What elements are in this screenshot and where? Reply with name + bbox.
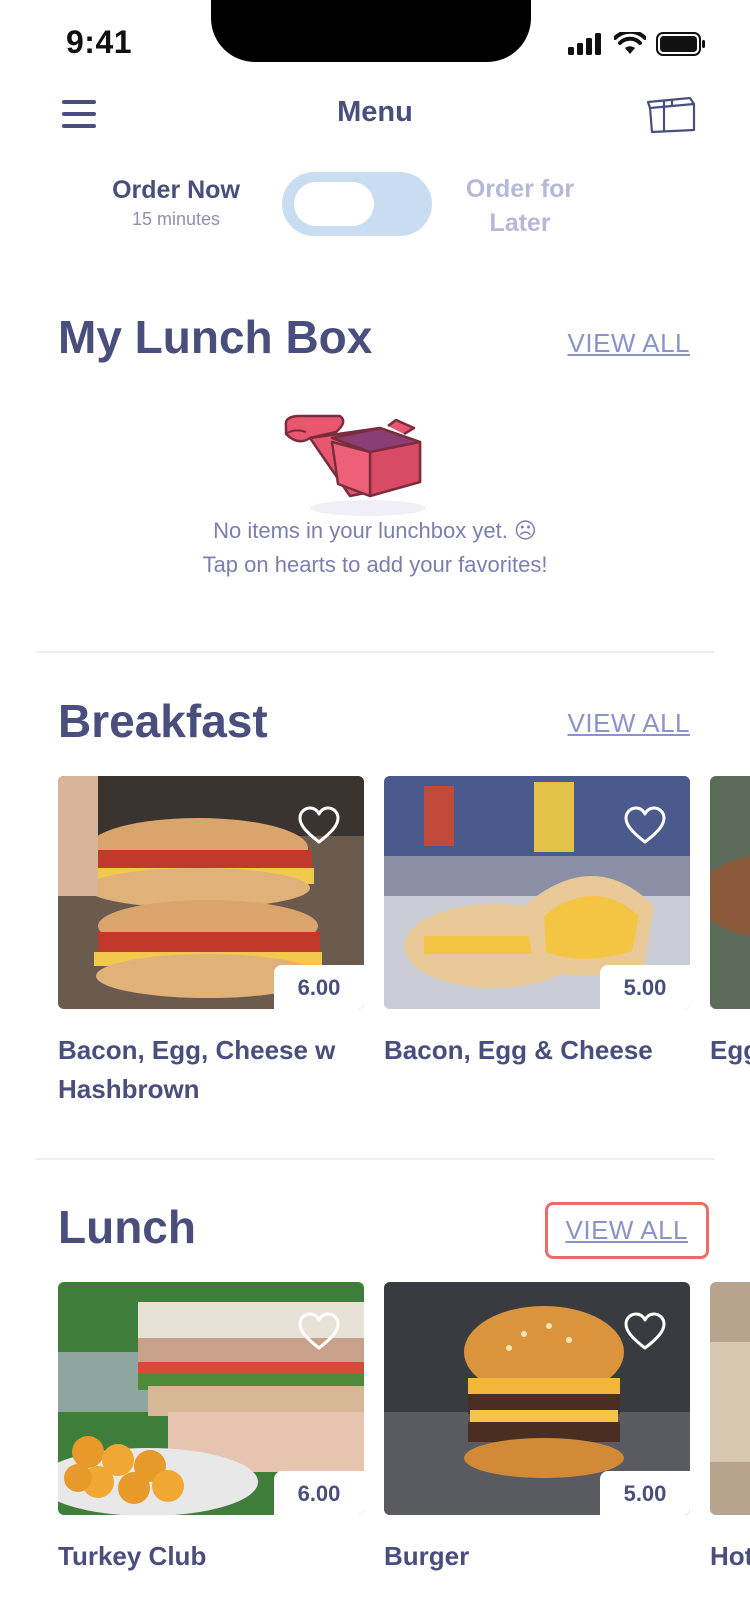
menu-item-card[interactable]: 6.00 Bacon, Egg, Cheese w Hashbrown: [58, 776, 364, 1109]
wifi-icon: [614, 32, 646, 54]
breakfast-view-all-link[interactable]: VIEW ALL: [568, 708, 691, 739]
empty-lunchbox-illustration: [280, 412, 440, 522]
item-price: 6.00: [274, 1471, 364, 1515]
breakfast-section-title: Breakfast: [58, 695, 268, 747]
menu-item-card[interactable]: 6.00 Turkey Club: [58, 1282, 364, 1576]
item-price: 5.00: [600, 965, 690, 1009]
section-divider: [36, 1158, 714, 1160]
favorite-heart-icon[interactable]: [624, 1312, 666, 1352]
menu-item-card[interactable]: Egg: [710, 776, 750, 1070]
item-name: Bacon, Egg & Cheese: [384, 1035, 653, 1065]
menu-item-card[interactable]: 5.00 Burger: [384, 1282, 690, 1576]
item-name: Bacon, Egg, Cheese w Hashbrown: [58, 1035, 336, 1104]
lunch-view-all-link[interactable]: VIEW ALL: [544, 1202, 709, 1259]
lunchbox-view-all-link[interactable]: VIEW ALL: [568, 328, 691, 359]
favorite-heart-icon[interactable]: [298, 1312, 340, 1352]
page-title: Menu: [337, 96, 413, 128]
item-name: Egg: [710, 1035, 750, 1065]
favorite-heart-icon[interactable]: [624, 806, 666, 846]
food-photo: 5.00: [384, 1282, 690, 1515]
favorite-heart-icon[interactable]: [298, 806, 340, 846]
signal-icon: [568, 33, 601, 55]
food-photo: 6.00: [58, 776, 364, 1009]
item-price: 6.00: [274, 965, 364, 1009]
status-bar: 9:41: [0, 0, 750, 90]
order-now-option[interactable]: Order Now 15 minutes: [100, 176, 252, 230]
device-notch: [211, 0, 531, 62]
order-mode-toggle[interactable]: [282, 172, 432, 236]
empty-lunchbox-line-2: Tap on hearts to add your favorites!: [202, 552, 548, 577]
item-name: Burger: [384, 1541, 470, 1571]
empty-lunchbox-line-1: No items in your lunchbox yet. ☹: [213, 518, 537, 543]
food-photo: [710, 1282, 750, 1515]
lunch-items-row[interactable]: 6.00 Turkey Club 5.00 Burger Hot: [58, 1282, 750, 1622]
item-name: Hot: [710, 1541, 750, 1571]
item-name: Turkey Club: [58, 1541, 207, 1571]
toggle-knob: [294, 182, 374, 226]
breakfast-items-row[interactable]: 6.00 Bacon, Egg, Cheese w Hashbrown 5.00…: [58, 776, 750, 1116]
menu-item-card[interactable]: Hot: [710, 1282, 750, 1576]
order-later-option[interactable]: Order for Later: [450, 172, 590, 240]
food-photo: 5.00: [384, 776, 690, 1009]
food-photo: [710, 776, 750, 1009]
battery-icon: [656, 32, 705, 56]
item-price: 5.00: [600, 1471, 690, 1515]
status-icons: [568, 32, 706, 56]
menu-item-card[interactable]: 5.00 Bacon, Egg & Cheese: [384, 776, 690, 1070]
order-now-time: 15 minutes: [131, 209, 221, 229]
section-divider: [36, 651, 714, 653]
lunch-section-title: Lunch: [58, 1201, 196, 1253]
lunchbox-icon[interactable]: [646, 96, 698, 136]
lunchbox-section-title: My Lunch Box: [58, 311, 373, 363]
food-photo: 6.00: [58, 1282, 364, 1515]
status-time: 9:41: [66, 24, 133, 60]
order-now-label: Order Now: [112, 176, 240, 204]
